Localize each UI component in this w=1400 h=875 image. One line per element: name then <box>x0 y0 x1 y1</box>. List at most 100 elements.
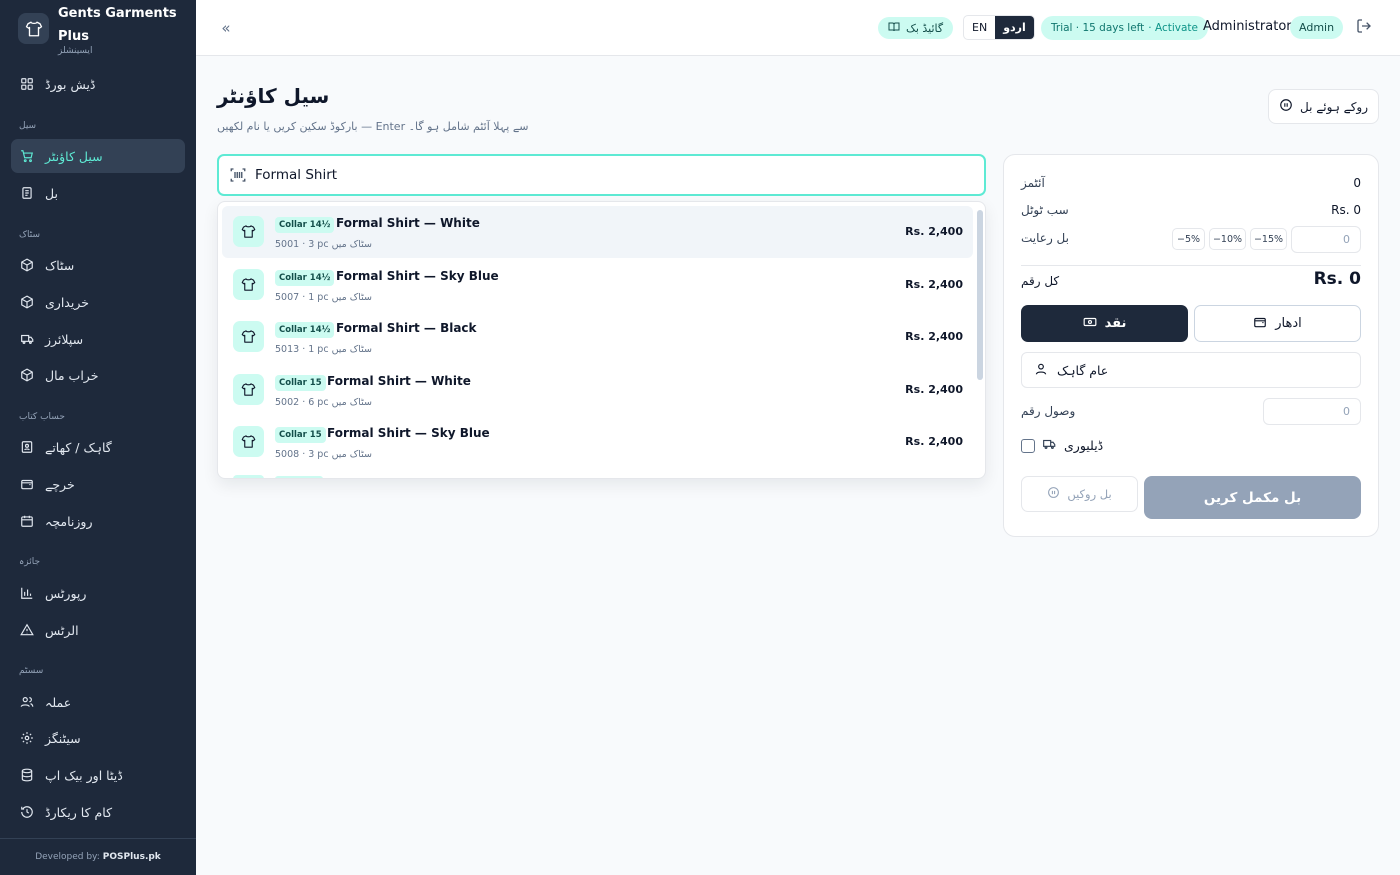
product-price: Rs. 2,400 <box>905 330 963 343</box>
sidebar-item-label: کام کا ریکارڈ <box>45 804 113 820</box>
results-scrollbar[interactable] <box>977 210 983 380</box>
bill-summary-panel: آئٹمز 0 سب ٹوٹل Rs. 0 بل رعایت −5% −10% … <box>1003 154 1379 537</box>
page-subtitle: بارکوڈ سکین کریں یا نام لکھیں — Enter سے… <box>217 120 529 133</box>
result-item[interactable]: Collar 14½ Formal Shirt — Black 5013 · 1… <box>222 311 973 363</box>
nav-section-stock: سٹاک <box>19 230 41 240</box>
hold-bill-button[interactable]: بل روکیں <box>1021 476 1138 512</box>
sidebar-item-sale-counter[interactable]: سیل کاؤنٹر <box>11 139 185 173</box>
credit-label: ادھار <box>1275 316 1302 331</box>
gear-icon <box>19 730 35 746</box>
product-meta: 5001 · 3 pc سٹاک میں <box>275 239 373 250</box>
lang-ur-option[interactable]: اردو <box>995 16 1034 39</box>
trial-text: Trial · 15 days left <box>1051 22 1145 34</box>
divider <box>1021 265 1361 266</box>
nav-section-system: سسٹم <box>19 666 44 676</box>
delivery-checkbox[interactable] <box>1021 438 1035 453</box>
sidebar-item-suppliers[interactable]: سپلائرز <box>11 322 185 356</box>
credit-payment-button[interactable]: ادھار <box>1194 305 1361 342</box>
shirt-icon <box>233 374 264 405</box>
received-amount-input[interactable]: 0 <box>1263 398 1361 425</box>
sidebar-item-activity-log[interactable]: کام کا ریکارڈ <box>11 795 185 829</box>
guide-book-button[interactable]: گائیڈ بک <box>878 17 954 39</box>
result-item[interactable]: Collar 15 Formal Shirt — Sky Blue 5008 ·… <box>222 416 973 468</box>
result-item[interactable]: Collar 14½ Formal Shirt — White 5001 · 3… <box>222 206 973 258</box>
discount-input[interactable]: 0 <box>1291 226 1361 253</box>
double-chevron-left-icon: « <box>221 19 231 37</box>
search-input[interactable] <box>255 167 955 183</box>
sidebar-item-damaged[interactable]: خراب مال <box>11 358 185 392</box>
complete-bill-button[interactable]: بل مکمل کریں <box>1144 476 1361 519</box>
sidebar-item-customers[interactable]: گاہک / کھاتے <box>11 430 185 464</box>
sidebar-item-dashboard[interactable]: ڈیش بورڈ <box>11 67 185 101</box>
nav-section-sale: سیل <box>19 121 37 131</box>
shirt-icon <box>233 216 264 247</box>
cash-payment-button[interactable]: نقد <box>1021 305 1188 342</box>
sidebar-item-label: ڈیٹا اور بیک اپ <box>45 767 123 783</box>
product-name: Formal Shirt — Sky Blue <box>327 426 490 440</box>
sidebar-item-label: سپلائرز <box>45 331 84 347</box>
size-tag: Collar 14½ <box>275 270 335 286</box>
subtotal-label: سب ٹوٹل <box>1021 203 1069 217</box>
user-role-badge: Admin <box>1290 16 1344 39</box>
receipt-icon <box>19 185 35 201</box>
customer-selector[interactable]: عام گاہک <box>1021 352 1361 388</box>
pause-icon <box>1279 98 1293 115</box>
delivery-option[interactable]: ڈیلیوری <box>1021 437 1103 454</box>
sidebar-item-data-backup[interactable]: ڈیٹا اور بیک اپ <box>11 758 185 792</box>
nav-section-review: جائزہ <box>19 557 41 567</box>
sidebar-item-label: عملہ <box>45 694 72 710</box>
product-meta: 5007 · 1 pc سٹاک میں <box>275 292 373 303</box>
sidebar-item-daybook[interactable]: روزنامچہ <box>11 504 185 538</box>
nav-section-accounts: حساب کتاب <box>19 412 65 422</box>
shirt-icon <box>233 269 264 300</box>
collapse-sidebar-button[interactable]: « <box>216 18 236 38</box>
sidebar-item-bills[interactable]: بل <box>11 176 185 210</box>
product-search-box[interactable] <box>217 154 986 196</box>
discount-15-button[interactable]: −15% <box>1250 228 1287 250</box>
page-title: سیل کاؤنٹر <box>217 84 330 108</box>
sidebar-item-label: خرچے <box>45 476 75 492</box>
activate-link[interactable]: · Activate <box>1148 22 1198 34</box>
sidebar-item-label: بل <box>45 185 58 201</box>
size-tag: Collar 14½ <box>275 217 335 233</box>
sidebar-item-staff[interactable]: عملہ <box>11 685 185 719</box>
held-bills-label: روکے ہوئے بل <box>1300 99 1368 114</box>
sidebar-item-label: خریداری <box>45 294 89 310</box>
items-value: 0 <box>1353 176 1361 190</box>
footer-prefix: Developed by: <box>35 852 100 862</box>
product-name: Formal Shirt — White <box>327 374 471 388</box>
footer-brand[interactable]: POSPlus.pk <box>103 852 161 862</box>
size-tag: Collar 15 <box>275 375 326 391</box>
result-item[interactable]: Collar 15 Formal Shirt — White 5002 · 6 … <box>222 364 973 416</box>
truck-icon <box>1042 437 1057 454</box>
held-bills-button[interactable]: روکے ہوئے بل <box>1268 89 1379 124</box>
result-item[interactable]: Collar 14½ Formal Shirt — Sky Blue 5007 … <box>222 259 973 311</box>
total-label: کل رقم <box>1021 274 1060 288</box>
logout-icon[interactable] <box>1356 18 1374 36</box>
sidebar-item-alerts[interactable]: الرٹس <box>11 613 185 647</box>
pause-icon <box>1047 486 1060 502</box>
sidebar-item-settings[interactable]: سیٹنگز <box>11 721 185 755</box>
sidebar-item-label: سیٹنگز <box>45 730 81 746</box>
calendar-icon <box>19 513 35 529</box>
sidebar-item-purchases[interactable]: خریداری <box>11 285 185 319</box>
lang-en-option[interactable]: EN <box>964 16 995 39</box>
sidebar-item-stock[interactable]: سٹاک <box>11 248 185 282</box>
sidebar-item-expenses[interactable]: خرچے <box>11 467 185 501</box>
hold-bill-label: بل روکیں <box>1067 487 1112 501</box>
discount-5-button[interactable]: −5% <box>1172 228 1205 250</box>
brand-name: Gents Garments Plus <box>58 6 177 44</box>
sidebar-item-reports[interactable]: رپورٹس <box>11 576 185 610</box>
truck-icon <box>19 331 35 347</box>
bar-chart-icon <box>19 585 35 601</box>
customer-label: عام گاہک <box>1057 362 1109 378</box>
discount-10-button[interactable]: −10% <box>1209 228 1246 250</box>
user-icon <box>1034 362 1048 379</box>
subtotal-value: Rs. 0 <box>1331 203 1361 217</box>
brand-subtitle: ایسینشلز <box>58 46 93 56</box>
shirt-icon <box>233 321 264 352</box>
sidebar-item-label: الرٹس <box>45 622 79 638</box>
ledger-icon <box>19 439 35 455</box>
shirt-icon <box>233 426 264 457</box>
trial-badge[interactable]: Trial · 15 days left · Activate <box>1041 16 1209 40</box>
